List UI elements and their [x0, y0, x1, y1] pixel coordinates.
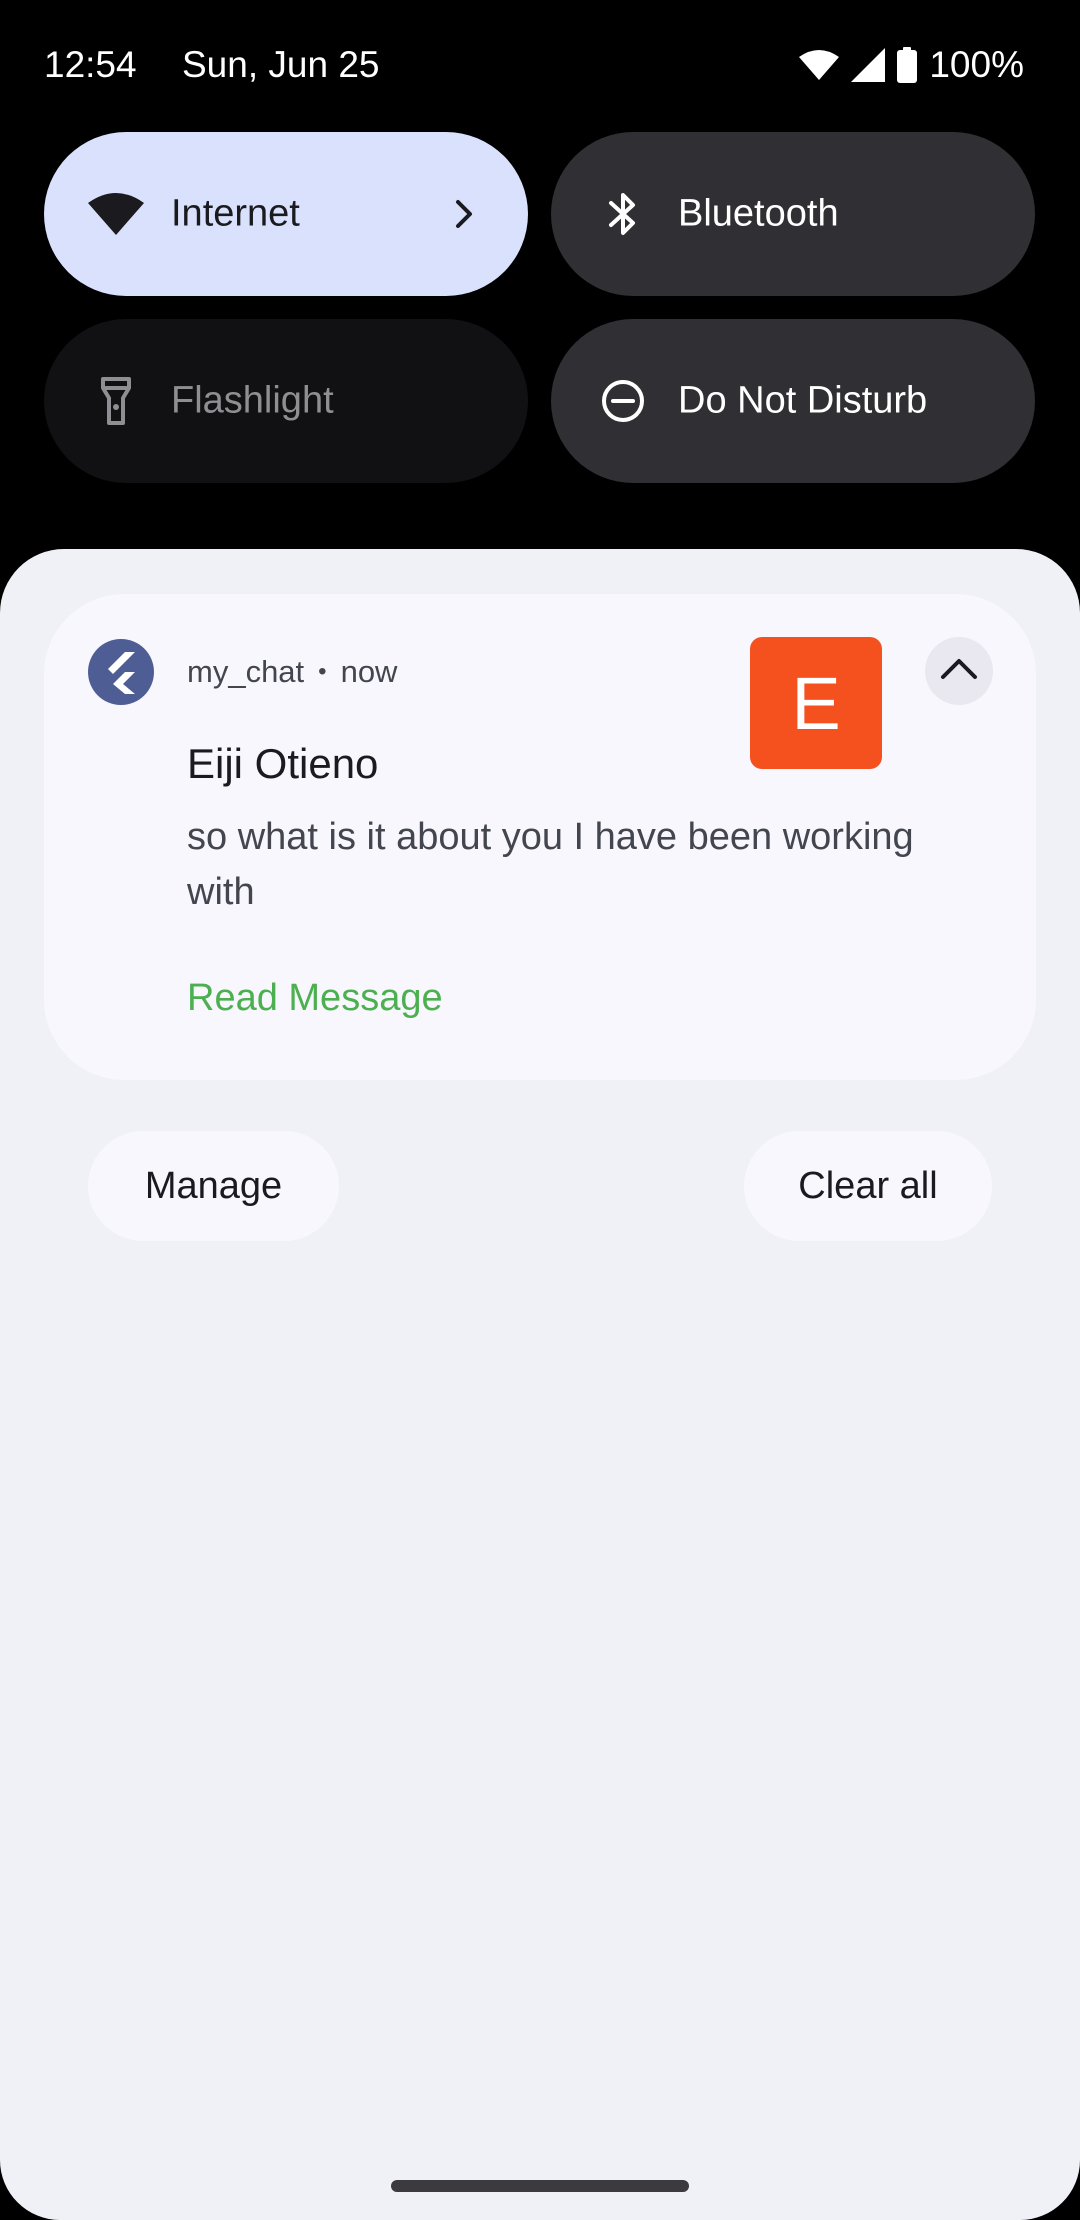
flutter-icon — [88, 639, 154, 705]
app-name: my_chat — [187, 654, 305, 689]
cell-signal-icon — [851, 48, 886, 82]
collapse-button[interactable] — [925, 637, 993, 705]
tile-internet[interactable]: Internet — [44, 132, 528, 296]
notification-header: my_chat • now — [187, 654, 397, 690]
chevron-up-icon — [940, 657, 978, 686]
tile-flashlight-label: Flashlight — [171, 379, 334, 422]
chevron-right-icon[interactable] — [444, 194, 484, 234]
tile-do-not-disturb-label: Do Not Disturb — [678, 379, 928, 422]
status-bar: 12:54 Sun, Jun 25 100% — [0, 0, 1080, 130]
clear-all-button[interactable]: Clear all — [744, 1131, 992, 1241]
notification-shade-screen: 12:54 Sun, Jun 25 100% Internet Bluetoot… — [0, 0, 1080, 2220]
bluetooth-icon — [595, 186, 651, 242]
wifi-icon — [88, 186, 144, 242]
flashlight-icon — [88, 373, 144, 429]
tile-internet-label: Internet — [171, 192, 300, 235]
do-not-disturb-icon — [595, 373, 651, 429]
tile-do-not-disturb[interactable]: Do Not Disturb — [551, 319, 1035, 483]
home-indicator[interactable] — [391, 2180, 689, 2192]
notification-body: so what is it about you I have been work… — [187, 816, 914, 913]
tile-flashlight[interactable]: Flashlight — [44, 319, 528, 483]
avatar: E — [750, 637, 882, 769]
tile-bluetooth-label: Bluetooth — [678, 192, 839, 235]
status-indicators: 100% — [799, 44, 1024, 86]
read-message-action[interactable]: Read Message — [187, 977, 443, 1020]
battery-icon — [897, 47, 918, 83]
manage-button[interactable]: Manage — [88, 1131, 339, 1241]
notification-title: Eiji Otieno — [187, 740, 379, 787]
header-separator: • — [318, 658, 327, 685]
status-time: 12:54 — [44, 44, 137, 85]
battery-percent: 100% — [929, 44, 1024, 85]
status-date: Sun, Jun 25 — [182, 44, 380, 85]
notification-time: now — [340, 654, 398, 689]
wifi-icon — [799, 49, 840, 81]
tile-bluetooth[interactable]: Bluetooth — [551, 132, 1035, 296]
